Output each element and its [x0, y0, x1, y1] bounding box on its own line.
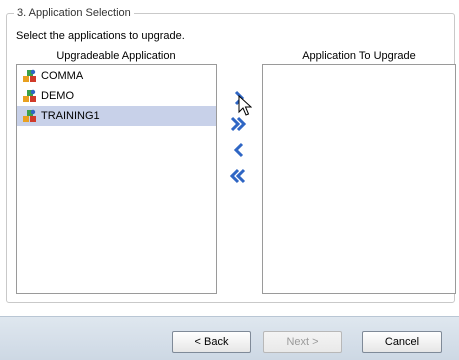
instructions-text: Select the applications to upgrade. — [16, 30, 185, 42]
cancel-button[interactable]: Cancel — [362, 331, 442, 353]
upgrade-list-title: Application To Upgrade — [302, 50, 416, 62]
remove-all-icon[interactable] — [229, 168, 247, 184]
list-item-comma[interactable]: COMMA — [17, 66, 216, 86]
list-item-label: COMMA — [41, 70, 84, 82]
mouse-cursor-icon — [238, 95, 252, 116]
section-legend: 3. Application Selection — [14, 6, 134, 20]
list-item-demo[interactable]: DEMO — [17, 86, 216, 106]
list-item-training1[interactable]: TRAINING1 — [17, 106, 216, 126]
remove-selected-icon[interactable] — [230, 142, 248, 158]
application-icon — [23, 109, 36, 122]
list-item-label: TRAINING1 — [41, 110, 100, 122]
list-item-label: DEMO — [41, 90, 74, 102]
application-icon — [23, 89, 36, 102]
next-button[interactable]: Next > — [263, 331, 342, 353]
add-all-icon[interactable] — [229, 116, 247, 132]
upgradeable-application-list[interactable]: COMMA DEMO TRAINING1 — [16, 64, 217, 294]
application-to-upgrade-list[interactable] — [262, 64, 456, 294]
application-icon — [23, 69, 36, 82]
back-button[interactable]: < Back — [172, 331, 251, 353]
upgradeable-list-title: Upgradeable Application — [56, 50, 176, 62]
